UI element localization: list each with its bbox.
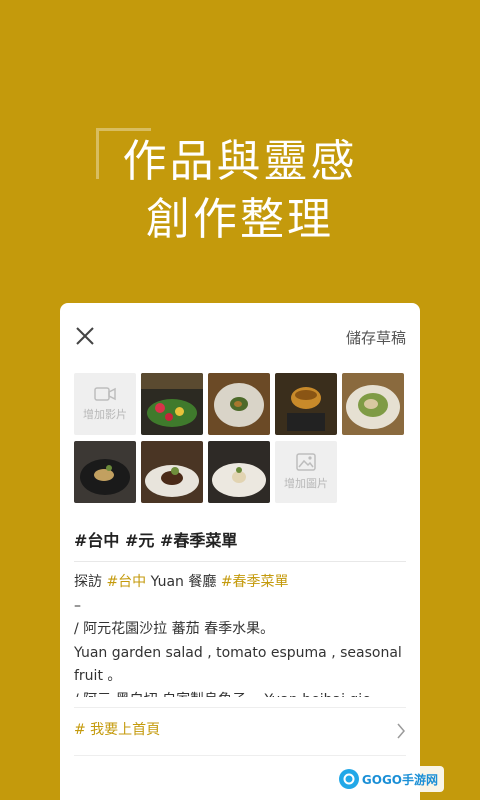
save-draft-button[interactable]: 儲存草稿	[346, 327, 406, 348]
site-watermark-logo: GOGO手游网	[336, 766, 444, 792]
add-video-button[interactable]: 增加影片	[74, 373, 136, 435]
desc-line: –	[74, 597, 81, 614]
photo-thumbnail[interactable]	[275, 373, 337, 435]
close-button[interactable]	[74, 325, 96, 347]
watermark-e-icon	[338, 769, 359, 789]
media-grid: 增加影片 增加圖片	[74, 373, 408, 503]
photo-thumbnail[interactable]	[141, 441, 203, 503]
photo-thumbnail[interactable]	[141, 373, 203, 435]
divider	[74, 561, 406, 562]
photo-thumbnail[interactable]	[208, 441, 270, 503]
desc-line: Yuan garden salad , tomato espuma , seas…	[74, 644, 402, 685]
hashtag-link[interactable]: #春季菜單	[221, 574, 289, 590]
divider	[74, 707, 406, 708]
hashtags-field[interactable]: #台中 #元 #春季菜單	[74, 527, 237, 551]
submit-to-homepage-link[interactable]: # 我要上首頁	[74, 717, 406, 743]
photo-thumbnail[interactable]	[208, 373, 270, 435]
photo-thumbnail[interactable]	[342, 373, 404, 435]
chevron-right-icon	[397, 723, 405, 739]
promo-title-line2: 創作整理	[146, 194, 334, 245]
close-icon	[76, 327, 94, 345]
promo-title-line1: 作品與靈感	[122, 136, 358, 187]
post-description-field[interactable]: 探訪 #台中 Yuan 餐廳 #春季菜單 – / 阿元花園沙拉 蕃茄 春季水果。…	[74, 571, 406, 697]
post-editor-card: 儲存草稿 增加影片 增加圖片 #台中 #元 #春季菜單 探訪 #台中 Yuan …	[60, 303, 420, 800]
watermark-brand: GOGO手游网	[361, 772, 438, 787]
divider	[74, 755, 406, 756]
hashtag-link[interactable]: #台中	[106, 574, 146, 590]
image-icon	[296, 453, 316, 471]
add-photo-label: 增加圖片	[284, 477, 328, 490]
desc-text: Yuan 餐廳	[146, 574, 221, 590]
homepage-link-label: # 我要上首頁	[74, 722, 161, 738]
add-photo-button[interactable]: 增加圖片	[275, 441, 337, 503]
add-video-label: 增加影片	[83, 408, 127, 421]
desc-text: 探訪	[74, 574, 107, 590]
video-camera-icon	[94, 387, 116, 401]
photo-thumbnail[interactable]	[74, 441, 136, 503]
desc-line: / 阿元花園沙拉 蕃茄 春季水果。	[74, 621, 275, 637]
desc-line: / 阿元 黑白切 自家製烏魚子。 Yuan heibai qie .	[74, 689, 406, 698]
